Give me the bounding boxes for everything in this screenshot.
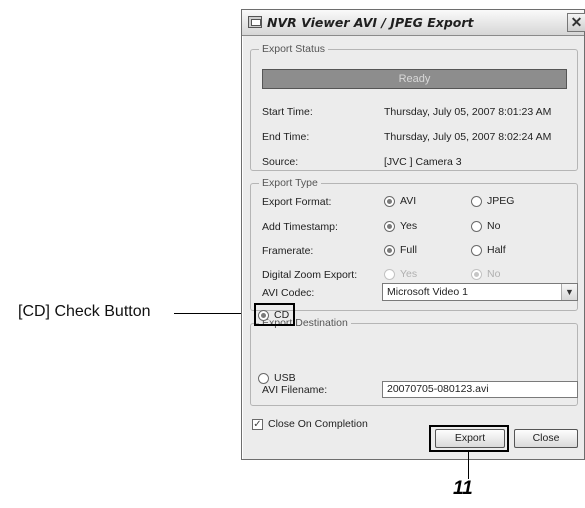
radio-dot bbox=[258, 372, 269, 384]
title-bar[interactable]: NVR Viewer AVI / JPEG Export ✕ bbox=[242, 10, 585, 36]
avi-codec-select[interactable]: Microsoft Video 1 ▼ bbox=[382, 283, 578, 301]
end-time-label: End Time: bbox=[262, 131, 310, 143]
export-status-legend: Export Status bbox=[259, 43, 329, 55]
window-title: NVR Viewer AVI / JPEG Export bbox=[267, 15, 474, 30]
chevron-down-icon[interactable]: ▼ bbox=[561, 284, 577, 300]
framerate-full-label: Full bbox=[400, 244, 417, 256]
source-value: [JVC ] Camera 3 bbox=[384, 156, 462, 168]
source-label: Source: bbox=[262, 156, 299, 168]
zoom-no-radio: No bbox=[471, 268, 500, 280]
zoom-no-label: No bbox=[487, 268, 501, 280]
cd-check-button-callout: [CD] Check Button bbox=[18, 303, 151, 320]
zoom-yes-radio: Yes bbox=[384, 268, 417, 280]
radio-dot bbox=[384, 244, 395, 256]
framerate-label: Framerate: bbox=[262, 245, 314, 257]
avi-codec-value: Microsoft Video 1 bbox=[387, 286, 468, 298]
avi-codec-label: AVI Codec: bbox=[262, 287, 315, 299]
close-icon[interactable]: ✕ bbox=[567, 13, 585, 32]
app-icon bbox=[248, 16, 262, 28]
destination-usb-radio[interactable]: USB bbox=[258, 372, 296, 384]
radio-dot bbox=[384, 220, 395, 232]
radio-dot bbox=[471, 244, 482, 256]
close-on-completion-checkbox[interactable]: ✓ Close On Completion bbox=[252, 418, 368, 430]
timestamp-no-radio[interactable]: No bbox=[471, 220, 500, 232]
close-on-completion-label: Close On Completion bbox=[268, 418, 368, 430]
export-type-legend: Export Type bbox=[259, 177, 321, 189]
step-number: 11 bbox=[453, 478, 473, 499]
format-jpeg-radio[interactable]: JPEG bbox=[471, 195, 514, 207]
export-dialog: NVR Viewer AVI / JPEG Export ✕ Export St… bbox=[241, 9, 585, 460]
end-time-value: Thursday, July 05, 2007 8:02:24 AM bbox=[384, 131, 552, 143]
cd-highlight-frame bbox=[254, 303, 295, 326]
timestamp-yes-radio[interactable]: Yes bbox=[384, 220, 417, 232]
status-bar: Ready bbox=[262, 69, 567, 89]
radio-dot bbox=[471, 268, 482, 280]
add-timestamp-label: Add Timestamp: bbox=[262, 221, 338, 233]
step-leader-line bbox=[468, 452, 469, 479]
framerate-full-radio[interactable]: Full bbox=[384, 244, 417, 256]
radio-dot bbox=[471, 195, 482, 207]
zoom-yes-label: Yes bbox=[400, 268, 418, 280]
format-jpeg-label: JPEG bbox=[487, 195, 515, 207]
start-time-value: Thursday, July 05, 2007 8:01:23 AM bbox=[384, 106, 552, 118]
close-button[interactable]: Close bbox=[514, 429, 578, 448]
check-icon: ✓ bbox=[252, 418, 263, 430]
timestamp-no-label: No bbox=[487, 220, 501, 232]
format-avi-radio[interactable]: AVI bbox=[384, 195, 416, 207]
radio-dot bbox=[384, 195, 395, 207]
destination-usb-label: USB bbox=[274, 372, 296, 384]
format-avi-label: AVI bbox=[400, 195, 417, 207]
framerate-half-radio[interactable]: Half bbox=[471, 244, 506, 256]
framerate-half-label: Half bbox=[487, 244, 506, 256]
start-time-label: Start Time: bbox=[262, 106, 313, 118]
avi-filename-label: AVI Filename: bbox=[262, 384, 328, 396]
radio-dot bbox=[471, 220, 482, 232]
timestamp-yes-label: Yes bbox=[400, 220, 418, 232]
digital-zoom-label: Digital Zoom Export: bbox=[262, 269, 358, 281]
avi-filename-input[interactable]: 20070705-080123.avi bbox=[382, 381, 578, 398]
radio-dot bbox=[384, 268, 395, 280]
export-format-label: Export Format: bbox=[262, 196, 332, 208]
export-highlight-frame bbox=[429, 425, 509, 452]
